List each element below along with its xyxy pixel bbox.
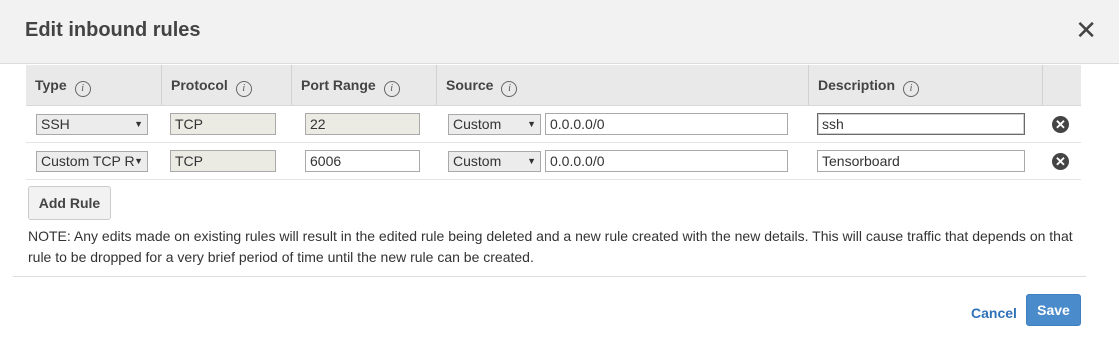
edit-inbound-rules-dialog: Edit inbound rules ✕ Type i Protocol i Por… [0,0,1119,347]
add-rule-button[interactable]: Add Rule [28,186,111,220]
header-description-label: Description [818,77,896,93]
type-select[interactable]: Custom TCP R ▼ [36,151,148,172]
header-source: Source i [436,65,808,105]
header-description: Description i [808,65,1042,105]
header-type: Type i [26,65,161,105]
cancel-button[interactable]: Cancel [971,305,1017,321]
header-type-label: Type [35,77,67,93]
source-select-value: Custom [453,116,502,132]
table-row: SSH ▼ TCP 22 Custom ▼ 0.0.0.0/0 ssh ✕ [26,106,1081,143]
protocol-field: TCP [170,150,276,172]
info-icon[interactable]: i [235,81,252,97]
info-icon[interactable]: i [74,81,91,97]
note-text: NOTE: Any edits made on existing rules w… [28,228,1073,265]
chevron-down-icon: ▼ [527,119,536,129]
description-input[interactable]: Tensorboard [817,150,1025,172]
remove-circle-icon[interactable]: ✕ [1052,116,1069,133]
save-button[interactable]: Save [1026,294,1081,326]
table-row: Custom TCP R ▼ TCP 6006 Custom ▼ 0.0.0.0… [26,143,1081,180]
port-range-input[interactable]: 6006 [305,150,420,172]
info-icon[interactable]: i [501,81,518,97]
remove-circle-icon[interactable]: ✕ [1052,153,1069,170]
header-actions [1042,65,1081,105]
header-protocol-label: Protocol [171,77,228,93]
chevron-down-icon: ▼ [527,156,536,166]
footer-divider [13,276,1086,277]
type-select-value: Custom TCP R [41,153,135,169]
source-cidr-input[interactable]: 0.0.0.0/0 [545,150,788,172]
close-icon[interactable]: ✕ [1075,17,1097,43]
table-header: Type i Protocol i Port Range i Source i Desc… [26,65,1081,106]
port-range-field: 22 [305,113,420,135]
type-select-value: SSH [41,116,70,132]
info-icon[interactable]: i [383,81,400,97]
type-select[interactable]: SSH ▼ [36,114,148,135]
source-select-value: Custom [453,153,502,169]
rules-table: Type i Protocol i Port Range i Source i Desc… [26,65,1081,180]
header-port-range-label: Port Range [301,77,376,93]
header-port-range: Port Range i [291,65,436,105]
source-select[interactable]: Custom ▼ [448,114,541,135]
chevron-down-icon: ▼ [134,119,143,129]
dialog-title: Edit inbound rules [25,19,201,41]
header-protocol: Protocol i [161,65,291,105]
info-icon[interactable]: i [903,81,920,97]
protocol-field: TCP [170,113,276,135]
source-cidr-input[interactable]: 0.0.0.0/0 [545,113,788,135]
source-select[interactable]: Custom ▼ [448,151,541,172]
header-source-label: Source [446,77,494,93]
description-input[interactable]: ssh [817,113,1025,135]
dialog-header: Edit inbound rules ✕ [0,0,1119,64]
chevron-down-icon: ▼ [134,156,143,166]
